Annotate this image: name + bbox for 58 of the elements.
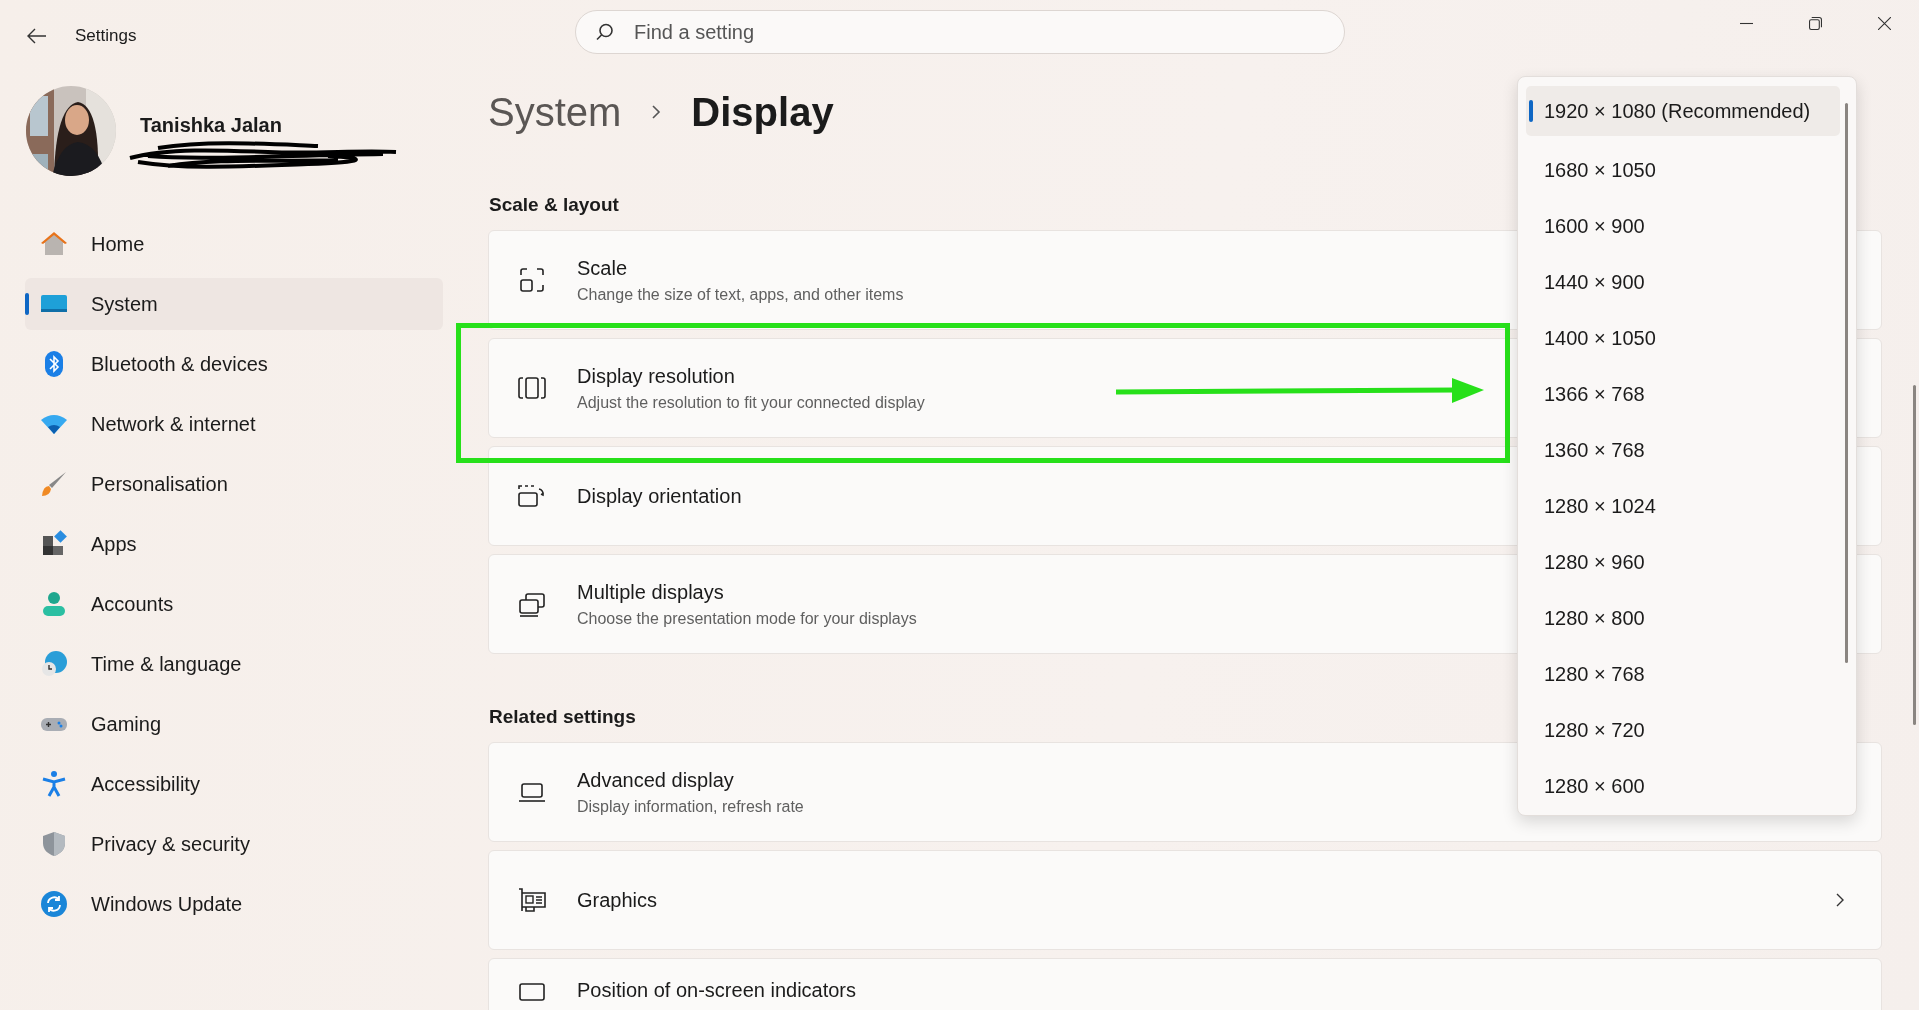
scrollbar[interactable] [1845,103,1848,663]
sidebar-item[interactable]: Accessibility [25,758,443,810]
sidebar-item[interactable]: Home [25,218,443,270]
setting-title: Graphics [577,888,658,912]
scale-icon [517,265,547,295]
sidebar-item[interactable]: Time & language [25,638,443,690]
dropdown-option[interactable]: 1280 × 800 [1526,590,1840,646]
sidebar-item[interactable]: Privacy & security [25,818,443,870]
refresh-icon [40,890,68,918]
sidebar-item[interactable]: Windows Update [25,878,443,930]
setting-title: Position of on-screen indicators [577,979,857,1002]
settings-card[interactable]: Position of on-screen indicators [488,958,1882,1010]
setting-description: Choose the presentation mode for your displays [577,609,917,628]
setting-title: Multiple displays [577,580,724,604]
dropdown-option[interactable]: 1280 × 600 [1526,758,1840,814]
page-title: Display [691,89,834,135]
sidebar-item[interactable]: Gaming [25,698,443,750]
setting-title: Scale [577,256,628,280]
section-heading: Scale & layout [489,194,619,216]
person-icon [40,590,68,618]
chevron-right-icon [651,104,662,120]
sidebar-item[interactable]: Bluetooth & devices [25,338,443,390]
shield-icon [40,830,68,858]
sidebar-item[interactable]: Network & internet [25,398,443,450]
accessibility-icon [40,770,68,798]
graphics-card-icon [517,885,547,915]
close-icon [1878,16,1891,30]
dropdown-option[interactable]: 1440 × 900 [1526,254,1840,310]
sidebar-item[interactable]: Apps [25,518,443,570]
home-icon [40,230,68,258]
globe-clock-icon [40,650,68,678]
dropdown-option[interactable]: 1280 × 1024 [1526,478,1840,534]
search-field[interactable]: Find a setting [575,10,1345,54]
apps-icon [40,530,68,558]
sidebar-item[interactable]: System [25,278,443,330]
dropdown-option[interactable]: 1680 × 1050 [1526,142,1840,198]
dropdown-option[interactable]: 1366 × 768 [1526,366,1840,422]
setting-description: Adjust the resolution to fit your connected display [577,393,925,412]
setting-description: Display information, refresh rate [577,797,804,816]
setting-description: Change the size of text, apps, and other items [577,285,904,304]
search-input[interactable]: Find a setting [632,19,1324,45]
sidebar-item[interactable]: Personalisation [25,458,443,510]
settings-card[interactable]: Graphics [488,850,1882,950]
sidebar-item[interactable]: Accounts [25,578,443,630]
chevron-right-icon [1835,892,1845,908]
breadcrumb-link[interactable]: System [488,89,622,135]
restore-icon [1809,16,1822,30]
section-heading: Related settings [489,706,636,728]
setting-title: Display orientation [577,484,742,508]
search-icon [596,23,614,41]
back-icon[interactable] [27,28,47,44]
brush-icon [40,470,68,498]
user-name: Tanishka Jalan [140,114,282,137]
scrollbar[interactable] [1913,385,1916,725]
setting-title: Advanced display [577,768,734,792]
dropdown-option[interactable]: 1920 × 1080 (Recommended) [1526,86,1840,136]
setting-title: Display resolution [577,364,735,388]
window-title: Settings [75,26,137,46]
